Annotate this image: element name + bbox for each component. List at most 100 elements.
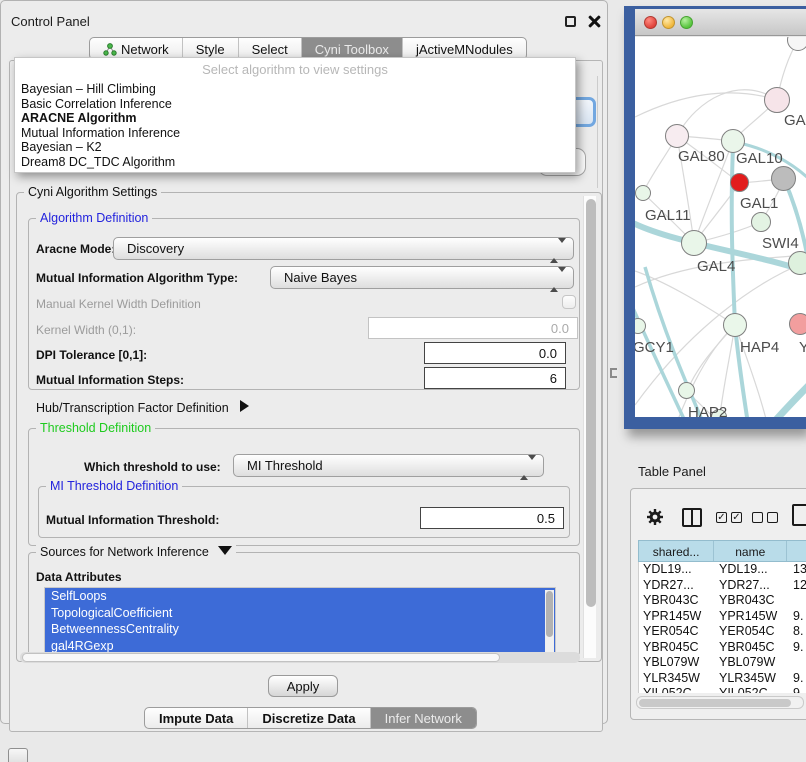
float-window-icon[interactable] (565, 16, 576, 27)
split-view-icon[interactable] (682, 508, 702, 527)
dropdown-option[interactable]: Mutual Information Inference (15, 126, 575, 141)
aracne-mode-label: Aracne Mode: (36, 242, 115, 256)
node-label: GAL10 (736, 150, 783, 167)
network-node-hap2[interactable] (678, 382, 695, 399)
tab-infer-network[interactable]: Infer Network (370, 708, 476, 728)
mi-type-label: Mutual Information Algorithm Type: (36, 271, 238, 285)
network-node[interactable] (789, 313, 806, 335)
gear-icon[interactable] (645, 507, 665, 527)
mi-threshold-label: Mutual Information Threshold: (46, 513, 219, 527)
column-header[interactable]: shared... (639, 541, 714, 561)
attribute-item[interactable]: gal4RGexp (45, 638, 555, 654)
table-row[interactable]: YER054CYER054C8. (639, 624, 806, 640)
table-row[interactable]: YBR045CYBR045C9. (639, 640, 806, 656)
settings-vertical-scrollbar[interactable] (583, 196, 596, 658)
mac-zoom-icon[interactable] (680, 16, 693, 29)
tab-jactivemnodules[interactable]: jActiveMNodules (402, 38, 526, 59)
group-title: Cyni Algorithm Settings (24, 185, 161, 199)
node-label: Y (799, 339, 806, 356)
network-node[interactable] (771, 166, 796, 191)
tab-select[interactable]: Select (238, 38, 301, 59)
node-label: GAL4 (697, 258, 735, 275)
spinner-arrows-icon (520, 460, 536, 475)
dropdown-option[interactable]: Dream8 DC_TDC Algorithm (15, 155, 575, 170)
kernel-width-label: Kernel Width (0,1): (36, 323, 136, 337)
settings-horizontal-scrollbar[interactable] (20, 652, 580, 663)
tab-select-label: Select (252, 42, 288, 57)
tab-network[interactable]: Network (90, 38, 182, 59)
attribute-item[interactable]: TopologicalCoefficient (45, 605, 555, 622)
dropdown-option[interactable]: Bayesian – Hill Climbing (15, 82, 575, 97)
close-icon[interactable] (587, 14, 601, 28)
mac-close-icon[interactable] (644, 16, 657, 29)
network-node-gal80[interactable] (665, 124, 689, 148)
sources-title: Sources for Network Inference (40, 545, 209, 559)
network-node-gal4[interactable] (681, 230, 707, 256)
network-window-titlebar[interactable] (635, 9, 806, 36)
network-node-swi4[interactable] (788, 251, 806, 275)
table-row[interactable]: YBR043CYBR043C (639, 593, 806, 609)
network-canvas[interactable]: GAL GAL80 GAL10 GAL1 GAL11 SWI4 GAL4 GCY… (635, 37, 806, 417)
bottom-tabbar: Impute Data Discretize Data Infer Networ… (144, 707, 477, 729)
node-label: GAL (784, 112, 806, 129)
tab-cyni-toolbox[interactable]: Cyni Toolbox (301, 38, 402, 59)
dropdown-option[interactable]: Basic Correlation Inference (15, 97, 575, 112)
data-attributes-label: Data Attributes (36, 570, 122, 584)
hub-definition-toggle[interactable]: Hub/Transcription Factor Definition (36, 400, 249, 415)
dropdown-option-selected[interactable]: ARACNE Algorithm (15, 111, 575, 126)
node-label: SWI4 (762, 235, 799, 252)
table-row[interactable]: YIL052CYIL052C9 (639, 686, 806, 693)
aracne-mode-combo[interactable]: Discovery (113, 237, 574, 260)
network-node-highlighted[interactable] (730, 173, 749, 192)
which-threshold-combo[interactable]: MI Threshold (233, 454, 544, 477)
select-all-checkbox-icon[interactable]: ✓ (731, 512, 742, 523)
list-scrollbar[interactable] (545, 590, 554, 652)
chevron-down-icon (218, 546, 232, 555)
table-row[interactable]: YDL19...YDL19...13 (639, 562, 806, 578)
tab-impute-data[interactable]: Impute Data (145, 708, 247, 728)
dpi-tolerance-field[interactable]: 0.0 (424, 342, 566, 364)
table-body[interactable]: YDL19...YDL19...13 YDR27...YDR27...12 YB… (638, 562, 806, 693)
table-row[interactable]: YBL079WYBL079W (639, 655, 806, 671)
mi-type-combo[interactable]: Naive Bayes (270, 266, 574, 289)
dropdown-option[interactable]: Bayesian – K2 (15, 140, 575, 155)
spinner-arrows-icon (550, 272, 566, 287)
column-header[interactable] (787, 541, 806, 561)
table-header-row: shared... name (638, 540, 806, 562)
network-node[interactable] (764, 87, 790, 113)
new-table-icon[interactable] (792, 504, 806, 526)
panel-border-fragment (597, 76, 598, 188)
network-node-gal1[interactable] (751, 212, 771, 232)
network-icon (103, 43, 117, 56)
mi-threshold-field[interactable]: 0.5 (420, 507, 564, 529)
attribute-item[interactable]: BetweennessCentrality (45, 621, 555, 638)
node-label: GAL80 (678, 148, 725, 165)
select-all-checkbox-icon[interactable]: ✓ (716, 512, 727, 523)
tab-discretize-data[interactable]: Discretize Data (247, 708, 369, 728)
mac-minimize-icon[interactable] (662, 16, 675, 29)
sources-toggle[interactable]: Sources for Network Inference (36, 545, 236, 559)
column-header[interactable]: name (714, 541, 787, 561)
table-horizontal-scrollbar[interactable] (636, 696, 804, 709)
dpi-tolerance-label: DPI Tolerance [0,1]: (36, 348, 147, 362)
minimized-panel-icon[interactable] (8, 748, 28, 762)
which-threshold-value: MI Threshold (247, 458, 323, 473)
deselect-checkbox-icon[interactable] (752, 512, 763, 523)
tab-style[interactable]: Style (182, 38, 238, 59)
network-node-hap4[interactable] (723, 313, 747, 337)
node-label: GCY1 (635, 339, 674, 356)
chevron-right-icon (240, 400, 249, 412)
table-row[interactable]: YLR345WYLR345W9. (639, 671, 806, 687)
table-row[interactable]: YDR27...YDR27...12 (639, 578, 806, 594)
splitter-handle-icon[interactable] (610, 368, 617, 378)
apply-button[interactable]: Apply (268, 675, 338, 697)
node-label: GAL11 (645, 207, 691, 224)
manual-kernel-checkbox[interactable] (562, 295, 576, 309)
deselect-checkbox-icon[interactable] (767, 512, 778, 523)
mi-steps-field[interactable]: 6 (424, 367, 566, 389)
data-attributes-list[interactable]: SelfLoops TopologicalCoefficient Between… (44, 587, 556, 653)
table-row[interactable]: YPR145WYPR145W9. (639, 609, 806, 625)
attribute-item[interactable]: SelfLoops (45, 588, 555, 605)
network-view-window: GAL GAL80 GAL10 GAL1 GAL11 SWI4 GAL4 GCY… (624, 6, 806, 429)
network-node-gal11[interactable] (635, 185, 651, 201)
